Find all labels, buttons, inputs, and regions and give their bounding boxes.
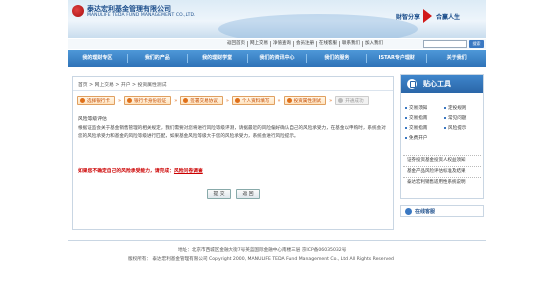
step-label: 开通成功 bbox=[345, 98, 364, 104]
tools-row: 免费开户 bbox=[403, 133, 481, 143]
footer-address: 地址：北京市西城区金融大街7号英蓝国际金融中心南楼三层 京ICP备0603503… bbox=[178, 248, 347, 253]
toplink-register[interactable]: 会员注册 bbox=[294, 41, 317, 47]
form-actions: 提 交 返 回 bbox=[207, 189, 260, 199]
tool-link[interactable]: 定投规则 bbox=[442, 105, 481, 111]
top-links-bar: 返回首页 网上交易 净值查询 会员注册 在线客服 联系我们 加入我们 搜索 bbox=[68, 39, 486, 49]
search-input[interactable] bbox=[423, 40, 467, 48]
step-bullet-icon bbox=[127, 98, 133, 103]
top-links: 返回首页 网上交易 净值查询 会员注册 在线客服 联系我们 加入我们 bbox=[225, 41, 385, 47]
step-item-pending: 开通成功 bbox=[335, 96, 369, 105]
clipboard-icon bbox=[407, 79, 417, 89]
nav-item-about[interactable]: 关于我们 bbox=[427, 50, 486, 67]
tools-panel: 贴心工具 交易须知 定投规则 交易指南 常见问题 交易指南 风险提示 免费开户 … bbox=[400, 74, 484, 199]
slogan-right: 合赢人生 bbox=[436, 14, 461, 21]
tool-link[interactable]: 交易指南 bbox=[403, 125, 442, 131]
nav-item-my-finance[interactable]: 我的理财专区 bbox=[68, 50, 127, 67]
questionnaire-link[interactable]: 风险问卷调查 bbox=[174, 169, 203, 174]
toplink-nav-query[interactable]: 净值查询 bbox=[271, 41, 294, 47]
risk-warning: 如果您不确定自己的风险承受能力，请完成：风险问卷调查 bbox=[78, 167, 203, 174]
step-item-current: 投资属性测试 bbox=[283, 96, 327, 105]
tool-link[interactable]: 交易指南 bbox=[403, 115, 442, 121]
back-button[interactable]: 返 回 bbox=[236, 189, 260, 199]
online-service-label: 在线客服 bbox=[415, 209, 436, 215]
chevron-right-icon: » bbox=[277, 97, 281, 104]
form-title: 风险等级评估 bbox=[78, 117, 107, 122]
chat-icon bbox=[405, 208, 412, 215]
intro-paragraph: 根据证监会关于基金销售管理的相关规定，我们需要对您将进行风险等级评测，请据最近的… bbox=[78, 126, 386, 139]
step-label: 个人资料填写 bbox=[241, 98, 270, 104]
step-label: 签署交易协议 bbox=[190, 98, 218, 104]
toplink-home[interactable]: 返回首页 bbox=[225, 41, 248, 47]
toplink-contact[interactable]: 联系我们 bbox=[340, 41, 363, 47]
step-bullet-icon bbox=[286, 98, 292, 103]
tool-link[interactable]: 风险提示 bbox=[442, 125, 481, 131]
step-label: 选择银行卡 bbox=[87, 98, 110, 104]
slogan-left: 财智分享 bbox=[396, 14, 421, 21]
main-content: 首页 > 网上交易 > 开户 > 投资属性测试 选择银行卡 » 银行卡身份验证 … bbox=[72, 76, 394, 230]
submit-button[interactable]: 提 交 bbox=[207, 189, 231, 199]
tools-panel-title: 贴心工具 bbox=[423, 80, 451, 88]
toplink-join[interactable]: 加入我们 bbox=[363, 41, 385, 47]
step-item: 签署交易协议 bbox=[180, 96, 223, 105]
tool-link[interactable]: 交易须知 bbox=[403, 105, 442, 111]
nav-item-istar[interactable]: ISTAR专户理财 bbox=[367, 50, 426, 67]
doc-link[interactable]: 证券投资基金投资人权益须知 bbox=[403, 155, 481, 166]
tools-row: 交易须知 定投规则 bbox=[403, 103, 481, 113]
step-item: 选择银行卡 bbox=[77, 96, 115, 105]
tools-row: 交易指南 风险提示 bbox=[403, 123, 481, 133]
step-bullet-icon bbox=[80, 98, 85, 103]
tools-row: 交易指南 常见问题 bbox=[403, 113, 481, 123]
step-bullet-icon bbox=[234, 98, 240, 103]
toplink-online-service[interactable]: 在线客服 bbox=[317, 41, 340, 47]
step-label: 银行卡身份验证 bbox=[134, 98, 167, 104]
step-item: 个人资料填写 bbox=[231, 96, 275, 105]
header-banner: 泰达宏利基金管理有限公司 MANULIFE TEDA FUND MANAGEME… bbox=[68, 0, 486, 38]
nav-item-news[interactable]: 我们的资讯中心 bbox=[248, 50, 307, 67]
tools-grid: 交易须知 定投规则 交易指南 常见问题 交易指南 风险提示 免费开户 bbox=[403, 103, 481, 143]
main-nav: 我的理财专区 我们的产品 我的理财学堂 我们的资讯中心 我们的服务 ISTAR专… bbox=[68, 50, 486, 67]
search-button[interactable]: 搜索 bbox=[469, 40, 484, 48]
chevron-right-icon: » bbox=[117, 97, 122, 104]
chevron-right-icon: » bbox=[174, 97, 178, 104]
slogan-arrow-icon bbox=[423, 9, 432, 23]
slogan: 财智分享 合赢人生 bbox=[386, 8, 486, 24]
tools-doc-list: 证券投资基金投资人权益须知 基金产品风险评估标准及结果 泰达宏利销售适用性系统说… bbox=[403, 155, 481, 188]
step-label: 投资属性测试 bbox=[293, 98, 322, 104]
footer-divider bbox=[68, 240, 486, 241]
breadcrumb[interactable]: 首页 > 网上交易 > 开户 > 投资属性测试 bbox=[78, 81, 166, 88]
toplink-online-trade[interactable]: 网上交易 bbox=[248, 41, 271, 47]
chevron-right-icon: » bbox=[225, 97, 229, 104]
step-bullet-icon bbox=[338, 98, 344, 103]
nav-item-service[interactable]: 我们的服务 bbox=[307, 50, 366, 67]
divider bbox=[73, 90, 393, 91]
tool-link[interactable]: 常见问题 bbox=[442, 115, 481, 121]
tools-panel-header: 贴心工具 bbox=[401, 75, 483, 93]
company-name-en: MANULIFE TEDA FUND MANAGEMENT CO.,LTD. bbox=[87, 13, 196, 18]
company-logo-icon[interactable] bbox=[72, 5, 84, 17]
nav-item-school[interactable]: 我的理财学堂 bbox=[188, 50, 247, 67]
tool-link[interactable]: 免费开户 bbox=[403, 135, 481, 141]
page: 泰达宏利基金管理有限公司 MANULIFE TEDA FUND MANAGEME… bbox=[68, 0, 486, 287]
online-service-box[interactable]: 在线客服 bbox=[400, 205, 484, 217]
doc-link[interactable]: 基金产品风险评估标准及结果 bbox=[403, 166, 481, 177]
chevron-right-icon: » bbox=[329, 97, 333, 104]
step-item: 银行卡身份验证 bbox=[124, 96, 172, 105]
step-bullet-icon bbox=[183, 98, 189, 103]
doc-link[interactable]: 泰达宏利销售适用性系统说明 bbox=[403, 177, 481, 188]
step-progress: 选择银行卡 » 银行卡身份验证 » 签署交易协议 » 个人资料填写 » 投资属性… bbox=[77, 96, 372, 105]
warning-text: 如果您不确定自己的风险承受能力，请完成： bbox=[78, 169, 174, 174]
nav-item-products[interactable]: 我们的产品 bbox=[128, 50, 187, 67]
footer-copyright: 版权所有： 泰达宏利基金管理有限公司 Copyright 2000, MANUL… bbox=[128, 257, 394, 262]
